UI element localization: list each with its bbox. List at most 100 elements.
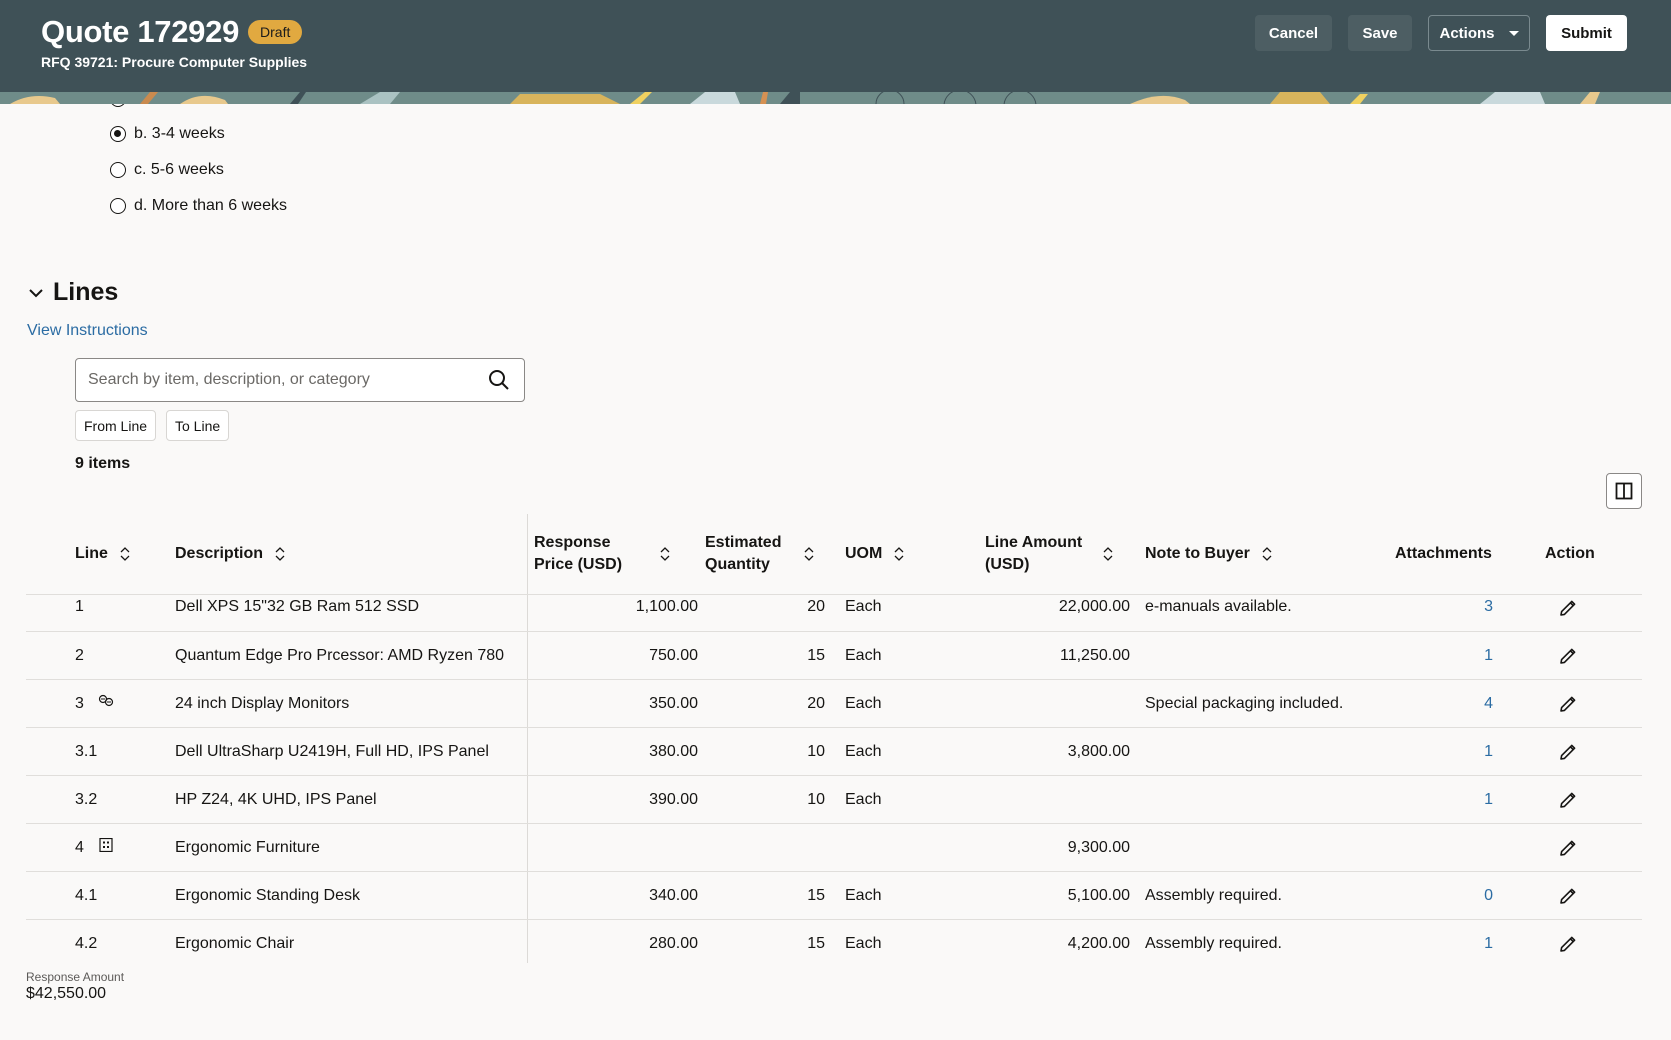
pencil-icon <box>1560 648 1576 664</box>
item-count: 9 items <box>75 455 131 472</box>
radio-option-b[interactable]: b. 3-4 weeks <box>110 125 225 143</box>
edit-button[interactable] <box>1558 632 1578 679</box>
caret-down-icon <box>1508 30 1519 36</box>
cell-line: 3 <box>75 680 114 727</box>
status-badge: Draft <box>248 20 303 44</box>
table-row[interactable]: 2 Quantum Edge Pro Prcessor: AMD Ryzen 7… <box>26 632 1642 680</box>
table-row[interactable]: 1 Dell XPS 15"32 GB Ram 512 SSD 1,100.00… <box>26 595 1642 632</box>
edit-button[interactable] <box>1558 595 1578 631</box>
line-number: 4.2 <box>75 935 98 952</box>
lot-line-icon <box>84 837 114 857</box>
sort-icon[interactable] <box>894 547 904 561</box>
cell-note-to-buyer: Assembly required. <box>1145 886 1282 904</box>
radio-label: d. More than 6 weeks <box>134 197 287 214</box>
cell-line: 2 <box>75 632 84 679</box>
radio-option-a[interactable]: a. 1-2 weeks <box>110 104 225 108</box>
submit-button[interactable]: Submit <box>1546 15 1627 51</box>
cell-description: Ergonomic Standing Desk <box>175 886 360 904</box>
attachments-link[interactable]: 3 <box>1395 595 1493 631</box>
table-row[interactable]: 3.2 HP Z24, 4K UHD, IPS Panel 390.00 10 … <box>26 776 1642 824</box>
header-label: Note to Buyer <box>1145 545 1250 562</box>
search-field[interactable] <box>75 358 525 402</box>
table-row[interactable]: 4 Ergonomic Furniture 9,300.00 <box>26 824 1642 872</box>
cell-line-amount: 11,250.00 <box>1060 646 1130 664</box>
col-header-action: Action <box>1545 514 1595 594</box>
radio-label: c. 5-6 weeks <box>134 161 224 178</box>
edit-button[interactable] <box>1558 680 1578 727</box>
cell-line: 1 <box>75 595 84 631</box>
to-line-filter[interactable]: To Line <box>166 410 230 441</box>
attachments-link[interactable]: 1 <box>1395 776 1493 823</box>
cell-description: Ergonomic Chair <box>175 935 295 952</box>
table-body: 1 Dell XPS 15"32 GB Ram 512 SSD 1,100.00… <box>26 595 1642 968</box>
sort-icon[interactable] <box>120 547 130 561</box>
cell-estimated-quantity: 15 <box>807 646 825 664</box>
col-header-note-to-buyer[interactable]: Note to Buyer <box>1145 514 1272 594</box>
cell-response-price[interactable]: 750.00 <box>534 632 698 679</box>
col-header-estimated-quantity[interactable]: Estimated Quantity <box>705 514 814 594</box>
cell-estimated-quantity: 10 <box>807 742 825 760</box>
table-header: Line Description Response Price (USD) Est… <box>26 514 1642 595</box>
col-header-line-amount[interactable]: Line Amount (USD) <box>985 514 1113 594</box>
attachments-link[interactable]: 0 <box>1395 872 1493 919</box>
search-input[interactable] <box>88 371 488 389</box>
table-row[interactable]: 4.2 Ergonomic Chair 280.00 15 Each 4,200… <box>26 920 1642 968</box>
sort-icon[interactable] <box>660 547 670 561</box>
edit-button[interactable] <box>1558 872 1578 919</box>
attachments-link[interactable]: 1 <box>1395 632 1493 679</box>
sort-icon[interactable] <box>1262 547 1272 561</box>
radio-option-d[interactable]: d. More than 6 weeks <box>110 197 287 215</box>
column-settings-button[interactable] <box>1606 473 1642 509</box>
cell-response-price[interactable]: 380.00 <box>534 728 698 775</box>
radio-button[interactable] <box>110 198 126 214</box>
cell-response-price[interactable]: 390.00 <box>534 776 698 823</box>
table-row[interactable]: 3 24 inch Display Monitors 350.00 20 Eac… <box>26 680 1642 728</box>
cell-uom: Each <box>845 886 882 904</box>
cell-uom: Each <box>845 935 882 952</box>
cell-response-price[interactable]: 1,100.00 <box>534 595 698 631</box>
sort-icon[interactable] <box>1103 547 1113 561</box>
page-subtitle: RFQ 39721: Procure Computer Supplies <box>41 54 308 70</box>
attachments-link[interactable]: 1 <box>1395 920 1493 968</box>
sort-icon[interactable] <box>275 547 285 561</box>
lines-section-toggle[interactable]: Lines <box>27 278 118 307</box>
attachments-link[interactable]: 1 <box>1395 728 1493 775</box>
search-icon[interactable] <box>488 369 510 391</box>
cancel-button[interactable]: Cancel <box>1255 15 1332 51</box>
table-row[interactable]: 4.1 Ergonomic Standing Desk 340.00 15 Ea… <box>26 872 1642 920</box>
col-header-line[interactable]: Line <box>75 514 130 594</box>
radio-button[interactable] <box>110 104 126 107</box>
edit-button[interactable] <box>1558 776 1578 823</box>
attachments-link[interactable] <box>1395 824 1493 871</box>
col-header-response-price[interactable]: Response Price (USD) <box>534 514 670 594</box>
line-number: 4.1 <box>75 886 98 904</box>
radio-button[interactable] <box>110 162 126 178</box>
pencil-icon <box>1560 888 1576 904</box>
sort-icon[interactable] <box>804 547 814 561</box>
attachments-link[interactable]: 4 <box>1395 680 1493 727</box>
table-row[interactable]: 3.1 Dell UltraSharp U2419H, Full HD, IPS… <box>26 728 1642 776</box>
cell-response-price[interactable]: 340.00 <box>534 872 698 919</box>
col-header-uom[interactable]: UOM <box>845 514 904 594</box>
cell-response-price[interactable]: 350.00 <box>534 680 698 727</box>
edit-button[interactable] <box>1558 824 1578 871</box>
view-instructions-link[interactable]: View Instructions <box>27 322 148 340</box>
from-line-filter[interactable]: From Line <box>75 410 157 441</box>
radio-button-selected[interactable] <box>110 126 126 142</box>
save-button[interactable]: Save <box>1348 15 1412 51</box>
cell-line-amount: 5,100.00 <box>1067 886 1130 904</box>
pencil-icon <box>1560 840 1576 856</box>
col-header-description[interactable]: Description <box>175 514 285 594</box>
lines-table: Line Description Response Price (USD) Est… <box>26 514 1642 968</box>
header-label: UOM <box>845 545 883 562</box>
cell-line: 3.1 <box>75 728 97 775</box>
cell-response-price[interactable]: 280.00 <box>534 920 698 968</box>
edit-button[interactable] <box>1558 920 1578 968</box>
edit-button[interactable] <box>1558 728 1578 775</box>
header-label: Estimated Quantity <box>705 532 792 576</box>
actions-menu-button[interactable]: Actions <box>1428 15 1530 51</box>
radio-option-c[interactable]: c. 5-6 weeks <box>110 161 224 179</box>
cell-response-price[interactable] <box>534 824 698 871</box>
line-number: 1 <box>75 598 84 615</box>
header-label: Action <box>1545 545 1595 562</box>
